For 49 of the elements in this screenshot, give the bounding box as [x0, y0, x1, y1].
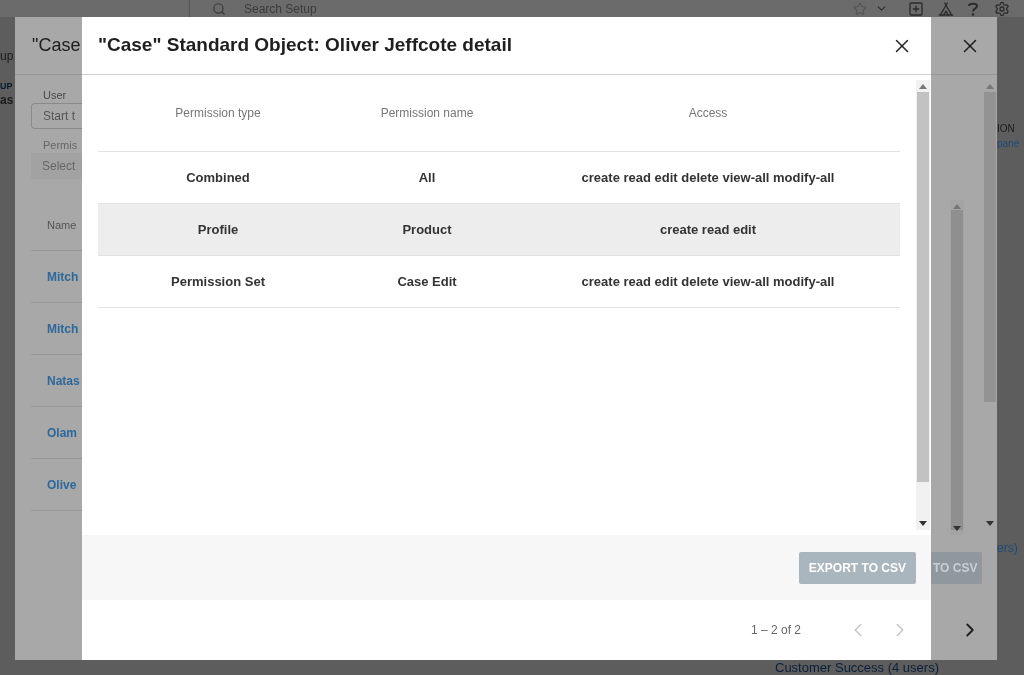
page-link[interactable]: Customer Success (4 users): [775, 660, 939, 675]
scroll-down-icon[interactable]: [953, 526, 961, 531]
user-link[interactable]: Olive: [47, 475, 77, 494]
scrollbar-thumb[interactable]: [984, 92, 996, 402]
scrollbar[interactable]: [950, 200, 964, 535]
page-link[interactable]: ers): [997, 542, 1024, 554]
pagination-range: 1 – 2 of 2: [750, 622, 801, 639]
table-cell-text: Case Edit: [397, 272, 457, 291]
user-link[interactable]: Olam: [47, 423, 77, 442]
table-cell-text: Permission Set: [171, 272, 265, 291]
page-fragment: ION: [997, 123, 1016, 135]
scrollbar-thumb[interactable]: [917, 92, 929, 482]
column-header: Permission name: [380, 105, 474, 122]
scrollbar-thumb[interactable]: [951, 210, 963, 530]
dialog-title: "Case: [32, 34, 81, 57]
scrollbar[interactable]: [916, 80, 930, 530]
field-label: User: [43, 89, 68, 101]
search-icon: [212, 1, 226, 16]
scroll-down-icon[interactable]: [986, 521, 994, 526]
export-button[interactable]: TO CSV: [931, 551, 982, 584]
user-link[interactable]: Mitch: [47, 267, 79, 286]
column-header: Name: [47, 218, 77, 234]
scroll-up-icon[interactable]: [919, 84, 927, 89]
table-row[interactable]: Profile Product create read edit: [98, 204, 900, 256]
table-cell-text: create read edit delete view-all modify-all: [581, 168, 835, 187]
help-icon[interactable]: [968, 1, 978, 16]
table-cell-text: create read edit delete view-all modify-all: [581, 272, 835, 291]
star-icon[interactable]: [853, 1, 867, 16]
column-header: Permission type: [175, 105, 261, 122]
table-cell-text: Combined: [186, 168, 250, 187]
table-cell-text: Product: [402, 220, 452, 239]
field-label: Permis: [43, 139, 79, 151]
scroll-down-icon[interactable]: [919, 521, 927, 526]
plus-icon[interactable]: [908, 0, 924, 17]
page-link[interactable]: pane: [997, 138, 1024, 150]
settings-icon[interactable]: [994, 0, 1010, 17]
column-header: Access: [688, 105, 728, 122]
dialog-title: "Case" Standard Object: Oliver Jeffcote detail: [98, 33, 512, 58]
user-link[interactable]: Mitch: [47, 319, 79, 338]
user-link[interactable]: Natas: [47, 371, 80, 390]
table-cell-text: All: [418, 168, 436, 187]
scroll-up-icon[interactable]: [986, 84, 994, 89]
page-fragment: as: [0, 93, 15, 107]
table-cell-text: Profile: [197, 220, 239, 239]
page-fragment: up: [0, 49, 15, 63]
table-cell-text: create read edit: [659, 220, 757, 239]
tent-icon[interactable]: [938, 0, 954, 17]
page-fragment: UP: [0, 81, 14, 91]
permission-field[interactable]: Select: [31, 153, 82, 179]
